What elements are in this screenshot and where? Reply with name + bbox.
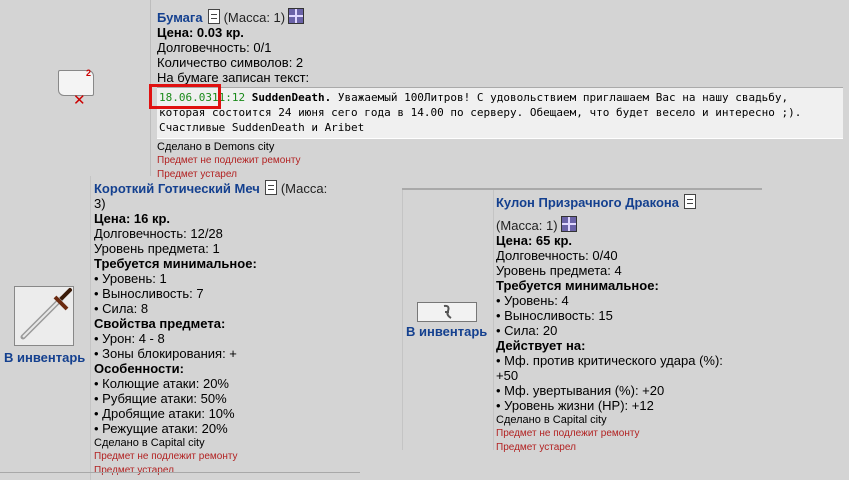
amulet-mass: (Масса: 1)	[496, 218, 558, 233]
amulet-req-level: • Уровень: 4	[496, 293, 569, 308]
sword-made-in: Сделано в Capital city	[94, 437, 205, 449]
sword-to-inventory-link[interactable]: В инвентарь	[4, 350, 85, 365]
sword-feature-crush: • Дробящие атаки: 10%	[94, 406, 235, 421]
amulet-crit-resist: • Мф. против критического удара (%):	[496, 353, 723, 368]
sword-req-header: Требуется минимальное:	[94, 256, 257, 271]
amulet-durability: Долговечность: 0/40	[496, 248, 618, 263]
sword-icon	[20, 288, 72, 340]
paper-text-label: На бумаге записан текст:	[157, 70, 310, 85]
amulet-title[interactable]: Кулон Призрачного Дракона	[496, 195, 679, 210]
sword-image[interactable]	[14, 286, 74, 346]
amulet-image[interactable]	[417, 302, 477, 322]
sword-title[interactable]: Короткий Готический Меч	[94, 181, 260, 196]
sword-item-panel: В инвентарь Короткий Готический Меч (Масс…	[0, 176, 360, 480]
sword-mass: (Масса:	[280, 181, 328, 196]
gift-icon	[560, 216, 577, 232]
amulet-hp: • Уровень жизни (HP): +12	[496, 398, 654, 413]
paper-item-panel: 2 ✕ Бумага (Масса: 1) Цена: 0.03 кр. Долг…	[0, 0, 849, 180]
paper-count-badge: 2	[86, 68, 92, 78]
paper-image-cell: 2 ✕	[0, 0, 151, 176]
paper-not-repairable: Предмет не подлежит ремонту	[157, 155, 301, 166]
sword-req-strength: • Сила: 8	[94, 301, 149, 316]
sword-damage: • Урон: 4 - 8	[94, 331, 165, 346]
sword-features-header: Особенности:	[94, 361, 184, 376]
amulet-item-panel: В инвентарь Кулон Призрачного Дракона (М…	[402, 188, 762, 453]
info-doc-icon[interactable]	[207, 9, 220, 24]
info-doc-icon[interactable]	[684, 194, 696, 209]
amulet-image-cell: В инвентарь	[402, 190, 494, 450]
sword-req-level: • Уровень: 1	[94, 271, 167, 286]
amulet-req-strength: • Сила: 20	[496, 323, 558, 338]
date-highlight-box	[149, 84, 221, 109]
amulet-to-inventory-link[interactable]: В инвентарь	[406, 324, 487, 339]
paper-symbol-count: Количество символов: 2	[157, 55, 304, 70]
sword-feature-pierce: • Колющие атаки: 20%	[94, 376, 229, 391]
sword-feature-slash: • Рубящие атаки: 50%	[94, 391, 227, 406]
paper-details: Бумага (Масса: 1) Цена: 0.03 кр. Долговеч…	[157, 8, 847, 182]
paper-note-text: 18.06.0311:12 SuddenDeath. Уважаемый 100…	[157, 87, 843, 139]
amulet-level: Уровень предмета: 4	[496, 263, 622, 278]
sword-image-cell: В инвентарь	[0, 176, 91, 480]
sword-obsolete: Предмет устарел	[94, 465, 174, 476]
amulet-details: Кулон Призрачного Дракона (Масса: 1) Цен…	[496, 194, 758, 455]
sword-block-zones: • Зоны блокирования: +	[94, 346, 237, 361]
sword-req-endurance: • Выносливость: 7	[94, 286, 204, 301]
amulet-icon	[443, 304, 452, 319]
sword-mass-cont: 3)	[94, 196, 106, 211]
amulet-price: Цена: 65 кр.	[496, 233, 573, 248]
info-doc-icon[interactable]	[264, 180, 277, 195]
amulet-req-header: Требуется минимальное:	[496, 278, 659, 293]
amulet-evasion: • Мф. увертывания (%): +20	[496, 383, 665, 398]
sword-not-repairable: Предмет не подлежит ремонту	[94, 451, 238, 462]
paper-title[interactable]: Бумага	[157, 10, 203, 25]
paper-mass: (Масса: 1)	[223, 10, 286, 25]
sword-details: Короткий Готический Меч (Масса: 3) Цена: …	[94, 180, 356, 478]
note-author: SuddenDeath.	[251, 91, 332, 104]
sword-level: Уровень предмета: 1	[94, 241, 220, 256]
paper-price: Цена: 0.03 кр.	[157, 25, 244, 40]
delete-icon[interactable]: ✕	[73, 93, 86, 109]
paper-durability: Долговечность: 0/1	[157, 40, 272, 55]
sword-price: Цена: 16 кр.	[94, 211, 171, 226]
amulet-acts-header: Действует на:	[496, 338, 586, 353]
sword-durability: Долговечность: 12/28	[94, 226, 223, 241]
gift-icon	[288, 8, 305, 24]
sword-bottom-divider	[0, 472, 360, 473]
sword-feature-cut: • Режущие атаки: 20%	[94, 421, 228, 436]
paper-made-in: Сделано в Demons city	[157, 141, 275, 153]
amulet-made-in: Сделано в Capital city	[496, 414, 607, 426]
amulet-not-repairable: Предмет не подлежит ремонту	[496, 428, 640, 439]
amulet-obsolete: Предмет устарел	[496, 442, 576, 453]
sword-props-header: Свойства предмета:	[94, 316, 226, 331]
amulet-crit-resist-value: +50	[496, 368, 519, 383]
amulet-req-endurance: • Выносливость: 15	[496, 308, 613, 323]
